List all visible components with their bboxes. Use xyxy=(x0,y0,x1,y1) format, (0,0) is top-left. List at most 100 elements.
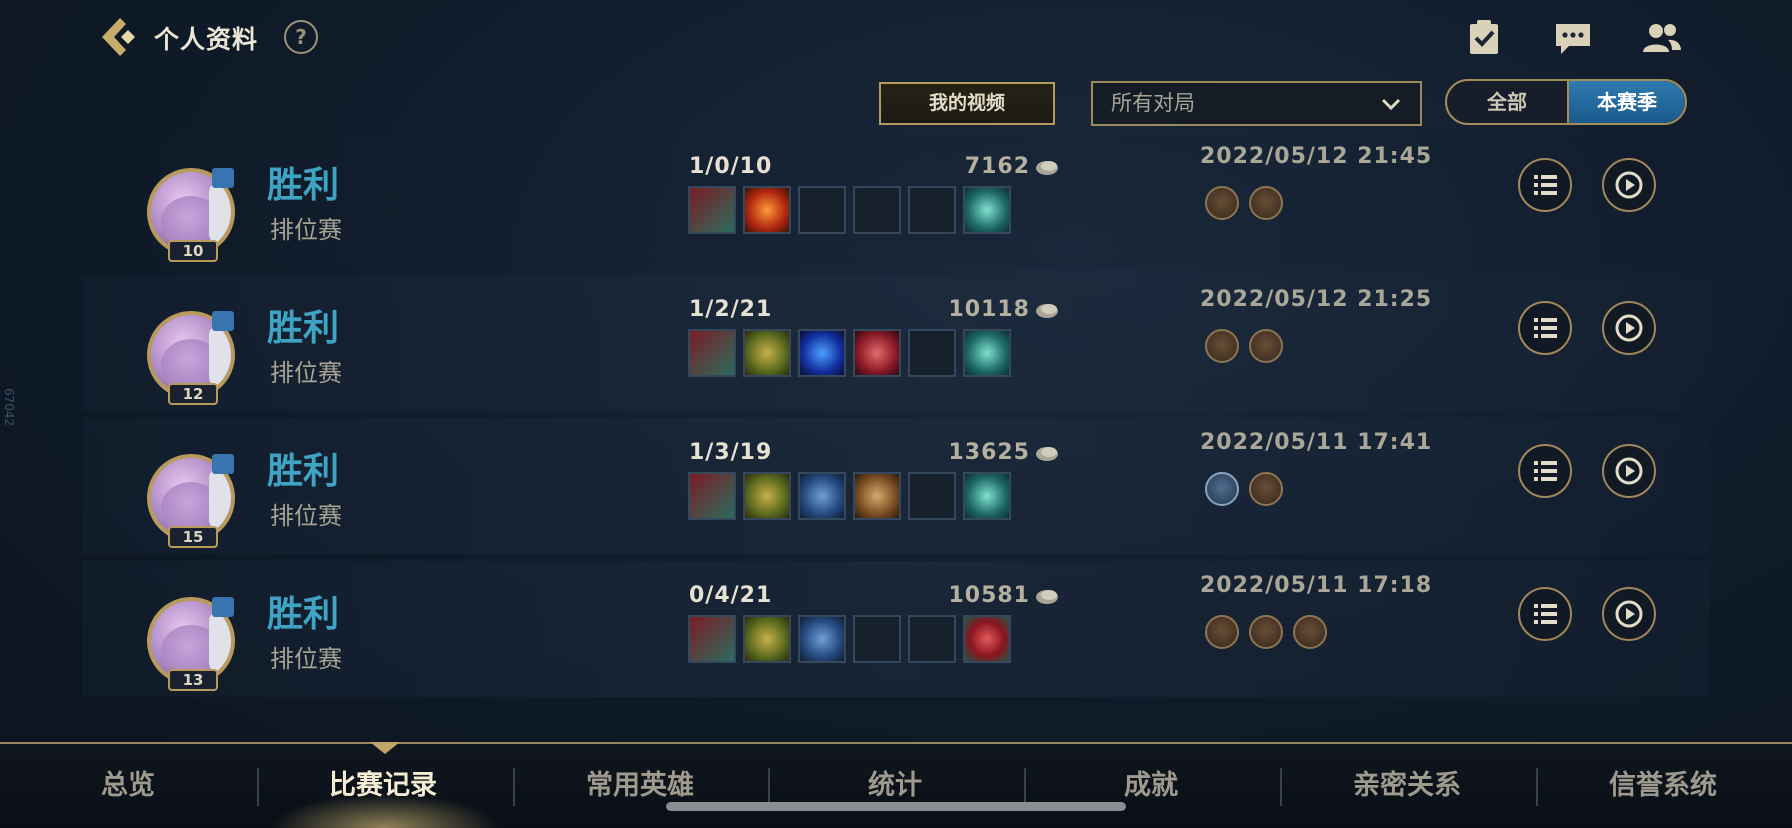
gold-earned: 13625 xyxy=(902,440,1060,465)
tab-divider xyxy=(513,768,515,806)
thornmail-icon[interactable] xyxy=(688,472,736,520)
toggle-current-season[interactable]: 本赛季 xyxy=(1567,81,1685,123)
red-boots-icon[interactable] xyxy=(963,615,1011,663)
match-result: 胜利 xyxy=(267,451,340,492)
list-icon xyxy=(1534,175,1557,195)
thornmail-icon[interactable] xyxy=(688,186,736,234)
red-crystal-icon[interactable] xyxy=(853,329,901,377)
fire-orb-icon[interactable] xyxy=(743,186,791,234)
match-date: 2022/05/11 17:18 xyxy=(1200,573,1433,598)
gold-value: 13625 xyxy=(948,440,1030,465)
kda: 1/0/10 xyxy=(689,154,773,179)
gold-value: 7162 xyxy=(964,154,1030,179)
back-button[interactable] xyxy=(98,14,142,60)
match-result: 胜利 xyxy=(267,594,340,635)
party-icon xyxy=(212,454,234,474)
tab-relationships[interactable]: 亲密关系 xyxy=(1307,744,1507,828)
top-bar: 个人资料 ? xyxy=(0,0,1792,74)
match-history-list: 10 胜利 排位赛 1/0/10 7162 2022/05/12 21:45 1… xyxy=(82,132,1710,704)
replay-button[interactable] xyxy=(1602,158,1656,212)
match-details-button[interactable] xyxy=(1518,158,1572,212)
gold-coin-icon xyxy=(1036,590,1058,604)
match-details-button[interactable] xyxy=(1518,587,1572,641)
match-details-button[interactable] xyxy=(1518,444,1572,498)
replay-icon xyxy=(1615,171,1643,199)
list-icon xyxy=(1534,318,1557,338)
match-mode-value: 所有对局 xyxy=(1111,91,1195,115)
home-indicator[interactable] xyxy=(666,802,1126,811)
medal-icon xyxy=(1293,615,1327,649)
my-videos-button[interactable]: 我的视频 xyxy=(879,82,1055,125)
empty-item-slot xyxy=(908,186,956,234)
tab-common-champions[interactable]: 常用英雄 xyxy=(540,744,740,828)
tab-honor-system[interactable]: 信誉系统 xyxy=(1563,744,1763,828)
tab-match-history[interactable]: 比赛记录 xyxy=(283,744,483,828)
blue-armor-icon[interactable] xyxy=(798,615,846,663)
empty-item-slot xyxy=(853,186,901,234)
golden-plate-icon[interactable] xyxy=(743,615,791,663)
empty-item-slot xyxy=(908,615,956,663)
match-date: 2022/05/12 21:25 xyxy=(1200,287,1433,312)
season-toggle: 全部 本赛季 xyxy=(1445,79,1687,125)
replay-icon xyxy=(1615,314,1643,342)
blue-orb-icon[interactable] xyxy=(798,329,846,377)
medal-icon xyxy=(1205,186,1239,220)
page-title: 个人资料 xyxy=(154,25,259,54)
replay-button[interactable] xyxy=(1602,587,1656,641)
side-id-text: 67042 xyxy=(2,388,16,427)
replay-button[interactable] xyxy=(1602,444,1656,498)
tab-achievements[interactable]: 成就 xyxy=(1051,744,1251,828)
match-date: 2022/05/12 21:45 xyxy=(1200,144,1433,169)
gold-coin-icon xyxy=(1036,161,1058,175)
party-icon xyxy=(212,311,234,331)
empty-item-slot xyxy=(853,615,901,663)
bottom-nav: 总览 比赛记录 常用英雄 统计 成就 亲密关系 信誉系统 xyxy=(0,742,1792,828)
gold-earned: 10118 xyxy=(902,297,1060,322)
thornmail-icon[interactable] xyxy=(688,615,736,663)
match-result: 胜利 xyxy=(267,308,340,349)
match-row[interactable]: 12 胜利 排位赛 1/2/21 10118 2022/05/12 21:25 xyxy=(82,275,1710,411)
tab-divider xyxy=(768,768,770,806)
friends-icon[interactable] xyxy=(1642,18,1682,58)
list-icon xyxy=(1534,604,1557,624)
gold-earned: 10581 xyxy=(902,583,1060,608)
blue-armor-icon[interactable] xyxy=(798,472,846,520)
golden-plate-icon[interactable] xyxy=(743,472,791,520)
warding-totem-icon[interactable] xyxy=(963,329,1011,377)
tab-divider xyxy=(1536,768,1538,806)
match-details-button[interactable] xyxy=(1518,301,1572,355)
toggle-all-seasons[interactable]: 全部 xyxy=(1447,81,1567,123)
replay-button[interactable] xyxy=(1602,301,1656,355)
thornmail-icon[interactable] xyxy=(688,329,736,377)
medal-icon xyxy=(1249,329,1283,363)
warding-totem-icon[interactable] xyxy=(963,472,1011,520)
queue-type: 排位赛 xyxy=(270,359,342,387)
kda: 1/2/21 xyxy=(689,297,773,322)
queue-type: 排位赛 xyxy=(270,645,342,673)
champion-level: 10 xyxy=(168,240,218,262)
golden-plate-icon[interactable] xyxy=(743,329,791,377)
medal-icon xyxy=(1249,186,1283,220)
help-icon[interactable]: ? xyxy=(284,20,318,54)
tab-stats[interactable]: 统计 xyxy=(795,744,995,828)
match-mode-dropdown[interactable]: 所有对局 xyxy=(1091,81,1422,126)
replay-icon xyxy=(1615,457,1643,485)
tab-overview[interactable]: 总览 xyxy=(40,744,216,828)
tab-divider xyxy=(1024,768,1026,806)
match-row[interactable]: 15 胜利 排位赛 1/3/19 13625 2022/05/11 17:41 xyxy=(82,418,1710,554)
clipboard-check-icon[interactable] xyxy=(1464,18,1504,58)
tab-divider xyxy=(1280,768,1282,806)
kda: 1/3/19 xyxy=(689,440,773,465)
warding-totem-icon[interactable] xyxy=(963,186,1011,234)
tab-divider xyxy=(257,768,259,806)
match-row[interactable]: 10 胜利 排位赛 1/0/10 7162 2022/05/12 21:45 xyxy=(82,132,1710,268)
medal-icon xyxy=(1249,615,1283,649)
empty-item-slot xyxy=(908,329,956,377)
list-icon xyxy=(1534,461,1557,481)
match-row[interactable]: 13 胜利 排位赛 0/4/21 10581 2022/05/11 17:18 xyxy=(82,561,1710,697)
bronze-armor-icon[interactable] xyxy=(853,472,901,520)
empty-item-slot xyxy=(798,186,846,234)
gold-earned: 7162 xyxy=(902,154,1060,179)
empty-item-slot xyxy=(908,472,956,520)
chat-bubble-icon[interactable] xyxy=(1553,18,1593,58)
